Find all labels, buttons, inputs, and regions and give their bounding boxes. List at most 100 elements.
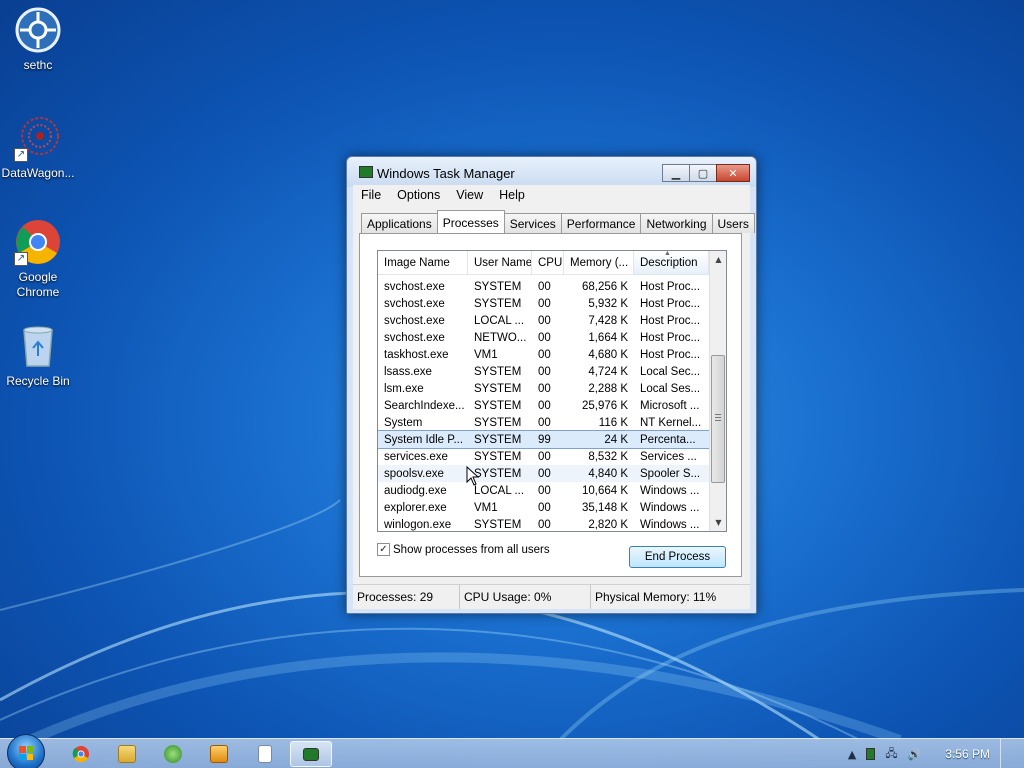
process-list[interactable]: Image Name User Name CPU Memory (... ▲ De… bbox=[377, 250, 727, 532]
table-row[interactable]: lsass.exe SYSTEM 00 4,724 K Local Sec... bbox=[378, 363, 709, 380]
cell-cpu: 00 bbox=[538, 501, 551, 514]
task-manager-window[interactable]: Windows Task Manager ▁ ▢ ✕ File Options … bbox=[346, 156, 757, 614]
cell-user-name: SYSTEM bbox=[474, 433, 522, 446]
cell-image-name: explorer.exe bbox=[384, 501, 447, 514]
cell-cpu: 00 bbox=[538, 450, 551, 463]
tab-users[interactable]: Users bbox=[711, 213, 755, 233]
desktop-icon-recycle-bin[interactable]: Recycle Bin bbox=[0, 322, 78, 389]
cell-image-name: lsm.exe bbox=[384, 382, 424, 395]
cell-memory: 116 K bbox=[598, 416, 628, 429]
cell-description: Host Proc... bbox=[640, 280, 701, 293]
taskbar-notepad[interactable] bbox=[244, 741, 286, 767]
windows-flag-icon bbox=[19, 746, 33, 760]
table-row[interactable]: explorer.exe VM1 00 35,148 K Windows ... bbox=[378, 499, 709, 516]
cell-memory: 2,288 K bbox=[588, 382, 628, 395]
caption-buttons: ▁ ▢ ✕ bbox=[662, 164, 750, 182]
table-row[interactable]: services.exe SYSTEM 00 8,532 K Services ... bbox=[378, 448, 709, 465]
menu-bar: File Options View Help bbox=[353, 185, 750, 207]
minimize-button[interactable]: ▁ bbox=[662, 164, 690, 182]
cell-memory: 24 K bbox=[604, 433, 628, 446]
desktop-icon-sethc[interactable]: sethc bbox=[0, 6, 78, 73]
vertical-scrollbar[interactable]: ▲ ▼ bbox=[709, 251, 726, 531]
cell-cpu: 00 bbox=[538, 416, 551, 429]
tab-services[interactable]: Services bbox=[503, 213, 562, 233]
taskbar-chrome[interactable] bbox=[60, 741, 102, 767]
network-icon[interactable]: 🖧 bbox=[885, 745, 897, 764]
tab-applications[interactable]: Applications bbox=[361, 213, 438, 233]
client-area: Applications Processes Services Performa… bbox=[353, 207, 755, 584]
show-all-processes-checkbox[interactable]: ✓ bbox=[377, 543, 390, 556]
menu-help[interactable]: Help bbox=[491, 185, 533, 207]
minimize-icon: ▁ bbox=[671, 166, 681, 180]
cell-description: Microsoft ... bbox=[640, 399, 700, 412]
desktop-icon-label: Google Chrome bbox=[16, 270, 60, 299]
close-icon: ✕ bbox=[728, 166, 738, 180]
cell-image-name: audiodg.exe bbox=[384, 484, 447, 497]
table-row[interactable]: spoolsv.exe SYSTEM 00 4,840 K Spooler S... bbox=[378, 465, 709, 482]
column-memory[interactable]: Memory (... bbox=[564, 251, 634, 274]
media-player-icon bbox=[210, 745, 228, 763]
show-desktop-button[interactable] bbox=[1000, 739, 1014, 768]
close-button[interactable]: ✕ bbox=[716, 164, 750, 182]
show-all-processes-option[interactable]: ✓ Show processes from all users bbox=[377, 543, 550, 556]
cell-memory: 4,724 K bbox=[588, 365, 628, 378]
table-row[interactable]: winlogon.exe SYSTEM 00 2,820 K Windows ... bbox=[378, 516, 709, 531]
table-row[interactable]: svchost.exe LOCAL ... 00 7,428 K Host Proc..… bbox=[378, 312, 709, 329]
table-row[interactable]: svchost.exe NETWO... 00 1,664 K Host Proc... bbox=[378, 329, 709, 346]
table-row[interactable]: lsm.exe SYSTEM 00 2,288 K Local Ses... bbox=[378, 380, 709, 397]
scroll-up-arrow-icon[interactable]: ▲ bbox=[710, 251, 726, 268]
volume-icon[interactable]: 🔊 bbox=[908, 748, 922, 761]
table-row[interactable]: System SYSTEM 00 116 K NT Kernel... bbox=[378, 414, 709, 431]
column-description-label: Description bbox=[640, 257, 698, 269]
scroll-thumb[interactable] bbox=[711, 355, 725, 483]
task-manager-tray-icon[interactable] bbox=[866, 748, 876, 760]
menu-options[interactable]: Options bbox=[389, 185, 448, 207]
tab-networking[interactable]: Networking bbox=[640, 213, 713, 233]
column-user-name[interactable]: User Name bbox=[468, 251, 532, 274]
tab-performance[interactable]: Performance bbox=[560, 213, 642, 233]
end-process-button[interactable]: End Process bbox=[629, 546, 726, 568]
desktop-icon-datawagon[interactable]: ↗ DataWagon... bbox=[0, 114, 78, 181]
table-row[interactable]: audiodg.exe LOCAL ... 00 10,664 K Windows ..… bbox=[378, 482, 709, 499]
menu-view[interactable]: View bbox=[448, 185, 491, 207]
cell-cpu: 00 bbox=[538, 314, 551, 327]
taskbar-task-manager[interactable] bbox=[290, 741, 332, 767]
column-image-name[interactable]: Image Name bbox=[378, 251, 468, 274]
cell-cpu: 00 bbox=[538, 297, 551, 310]
cell-user-name: SYSTEM bbox=[474, 280, 522, 293]
cell-cpu: 99 bbox=[538, 433, 551, 446]
menu-file[interactable]: File bbox=[353, 185, 389, 207]
table-row[interactable]: svchost.exe SYSTEM 00 5,932 K Host Proc... bbox=[378, 295, 709, 312]
column-description[interactable]: ▲ Description bbox=[634, 251, 709, 274]
maximize-button[interactable]: ▢ bbox=[689, 164, 717, 182]
show-hidden-icons-icon[interactable]: ▲ bbox=[848, 748, 856, 761]
cell-description: Host Proc... bbox=[640, 348, 701, 361]
table-row[interactable]: System Idle P... SYSTEM 99 24 K Percenta... bbox=[378, 430, 710, 449]
table-row[interactable]: SearchIndexe... SYSTEM 00 25,976 K Microsoft… bbox=[378, 397, 709, 414]
desktop-icon-label: sethc bbox=[23, 58, 53, 72]
start-button[interactable] bbox=[7, 734, 45, 768]
taskbar-explorer[interactable] bbox=[106, 741, 148, 767]
tab-processes[interactable]: Processes bbox=[436, 210, 505, 233]
cell-memory: 8,532 K bbox=[588, 450, 628, 463]
cell-description: Host Proc... bbox=[640, 297, 701, 310]
cell-memory: 4,840 K bbox=[588, 467, 628, 480]
title-bar[interactable]: Windows Task Manager ▁ ▢ ✕ bbox=[347, 157, 756, 187]
cell-memory: 1,664 K bbox=[588, 331, 628, 344]
taskbar-media-center[interactable] bbox=[152, 741, 194, 767]
desktop-icon-google-chrome[interactable]: ↗ Google Chrome bbox=[0, 218, 78, 300]
cell-cpu: 00 bbox=[538, 382, 551, 395]
cell-user-name: VM1 bbox=[474, 348, 498, 361]
column-cpu[interactable]: CPU bbox=[532, 251, 564, 274]
table-row[interactable]: taskhost.exe VM1 00 4,680 K Host Proc... bbox=[378, 346, 709, 363]
scroll-down-arrow-icon[interactable]: ▼ bbox=[710, 514, 726, 531]
explorer-icon bbox=[118, 745, 136, 763]
cell-memory: 2,820 K bbox=[588, 518, 628, 531]
mouse-cursor-icon bbox=[466, 466, 480, 486]
table-row[interactable]: svchost.exe SYSTEM 00 68,256 K Host Proc... bbox=[378, 278, 709, 295]
cell-memory: 7,428 K bbox=[588, 314, 628, 327]
clock[interactable]: 3:56 PM bbox=[945, 747, 990, 761]
cell-memory: 10,664 K bbox=[581, 484, 628, 497]
taskbar-media-player[interactable] bbox=[198, 741, 240, 767]
cell-description: NT Kernel... bbox=[640, 416, 702, 429]
